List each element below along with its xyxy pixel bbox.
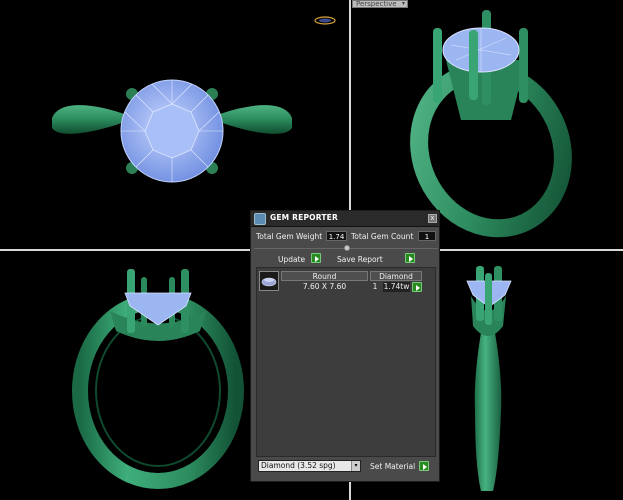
gem-weight: 1.74tw xyxy=(383,282,410,291)
gem-list[interactable]: Round 7.60 X 7.60 Diamond 1 1.74tw xyxy=(256,267,436,457)
gem-thumbnail-icon xyxy=(259,271,279,291)
gem-shape: Round xyxy=(312,272,337,281)
orientation-gizmo-icon[interactable] xyxy=(314,16,336,25)
gem-reporter-panel: GEM REPORTER x Total Gem Weight 1.74 Tot… xyxy=(250,210,440,482)
chevron-down-icon: ▾ xyxy=(351,461,360,471)
total-gem-count-label: Total Gem Count xyxy=(351,232,414,241)
gem-reporter-logo-icon xyxy=(254,213,266,225)
save-report-label: Save Report xyxy=(337,255,383,264)
total-gem-weight-label: Total Gem Weight xyxy=(256,232,323,241)
chevron-down-icon: ▾ xyxy=(401,0,405,7)
view-mode-select[interactable]: Perspective ▾ xyxy=(352,0,408,8)
total-gem-weight-value: 1.74 xyxy=(326,231,347,241)
update-label: Update xyxy=(278,255,306,264)
close-icon[interactable]: x xyxy=(428,214,437,223)
total-gem-count-value: 1 xyxy=(418,231,436,241)
play-icon[interactable] xyxy=(311,253,321,263)
view-mode-label: Perspective xyxy=(356,0,397,8)
splitter-handle[interactable] xyxy=(344,245,350,251)
panel-splitter[interactable] xyxy=(254,244,438,252)
play-icon[interactable] xyxy=(412,282,422,292)
material-select-value: Diamond (3.52 spg) xyxy=(261,461,336,470)
gem-list-item[interactable]: Round 7.60 X 7.60 Diamond 1 1.74tw xyxy=(259,270,434,292)
panel-title: GEM REPORTER xyxy=(270,213,338,222)
totals-row: Total Gem Weight 1.74 Total Gem Count 1 xyxy=(254,230,438,243)
gem-size: 7.60 X 7.60 xyxy=(302,282,347,291)
set-material-label: Set Material xyxy=(370,462,416,471)
panel-title-bar[interactable]: GEM REPORTER x xyxy=(251,211,439,227)
material-row: Diamond (3.52 spg) ▾ Set Material xyxy=(256,460,436,474)
set-material-button[interactable] xyxy=(419,461,429,471)
gem-material: Diamond xyxy=(379,272,413,281)
material-select[interactable]: Diamond (3.52 spg) ▾ xyxy=(258,460,361,472)
gem-count: 1 xyxy=(372,282,378,291)
update-button[interactable]: Update xyxy=(276,253,326,265)
save-report-button[interactable]: Save Report xyxy=(335,253,415,265)
play-icon[interactable] xyxy=(405,253,415,263)
